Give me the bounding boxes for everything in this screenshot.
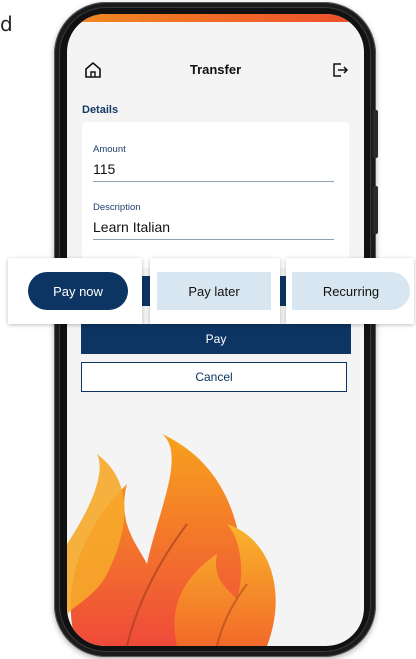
side-button-1: [373, 110, 378, 158]
description-field[interactable]: Description Learn Italian: [93, 202, 334, 240]
details-section-label: Details: [82, 104, 119, 116]
pay-later-option[interactable]: Pay later: [157, 272, 271, 310]
side-button-2: [373, 186, 378, 234]
page-title: Transfer: [189, 62, 242, 77]
flame-illustration: [67, 434, 276, 646]
amount-label: Amount: [93, 144, 126, 155]
description-input[interactable]: Learn Italian: [93, 213, 334, 240]
amount-field[interactable]: Amount 115: [93, 144, 334, 182]
top-bar: Transfer: [67, 60, 364, 84]
pay-button[interactable]: Pay: [81, 324, 351, 354]
description-label: Description: [93, 202, 141, 213]
logout-icon[interactable]: [330, 60, 350, 80]
pay-now-option[interactable]: Pay now: [28, 272, 128, 310]
corner-text: d: [0, 12, 13, 36]
details-card: Amount 115 Description Learn Italian: [82, 122, 349, 268]
top-accent-strip: [67, 14, 364, 22]
phone-screen: Transfer Details Amount 115 Description …: [67, 14, 364, 646]
amount-input[interactable]: 115: [93, 155, 334, 182]
cancel-button[interactable]: Cancel: [81, 362, 347, 392]
recurring-option[interactable]: Recurring: [292, 272, 410, 310]
